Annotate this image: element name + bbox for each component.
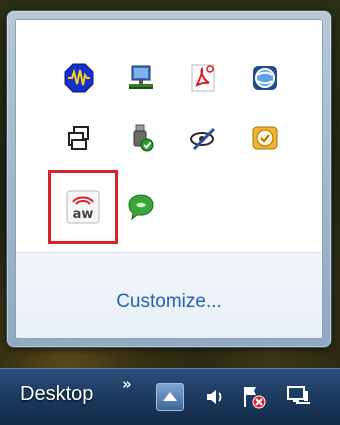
outlook-reminder-icon[interactable] <box>247 120 283 156</box>
notification-area-flyout: aw Customize... <box>6 10 332 348</box>
toolbar-overflow-chevron[interactable]: » <box>122 375 132 393</box>
eye-pen-icon[interactable] <box>185 120 221 156</box>
adobe-pdf-icon[interactable] <box>185 60 221 96</box>
show-hidden-icons-icon <box>163 392 177 401</box>
tray-icon-grid: aw <box>16 20 322 252</box>
action-center-flag-error-icon[interactable] <box>240 383 268 411</box>
volume-icon[interactable] <box>200 383 228 411</box>
highlight-box <box>48 170 118 244</box>
overlapping-windows-icon[interactable] <box>61 120 97 156</box>
usb-device-check-icon[interactable] <box>123 120 159 156</box>
globe-sync-icon[interactable] <box>247 60 283 96</box>
customize-link[interactable]: Customize... <box>16 291 322 313</box>
taskbar: Desktop » <box>0 368 340 425</box>
flyout-footer: Customize... <box>16 252 322 338</box>
green-chat-bubble-icon[interactable] <box>123 188 159 224</box>
desktop-toolbar-label[interactable]: Desktop <box>20 383 93 406</box>
flyout-panel: aw Customize... <box>15 19 323 339</box>
blue-octagon-waveform-icon[interactable] <box>61 60 97 96</box>
network-icon[interactable] <box>284 383 312 411</box>
show-hidden-icons-button[interactable] <box>156 383 184 411</box>
network-monitor-icon[interactable] <box>123 60 159 96</box>
